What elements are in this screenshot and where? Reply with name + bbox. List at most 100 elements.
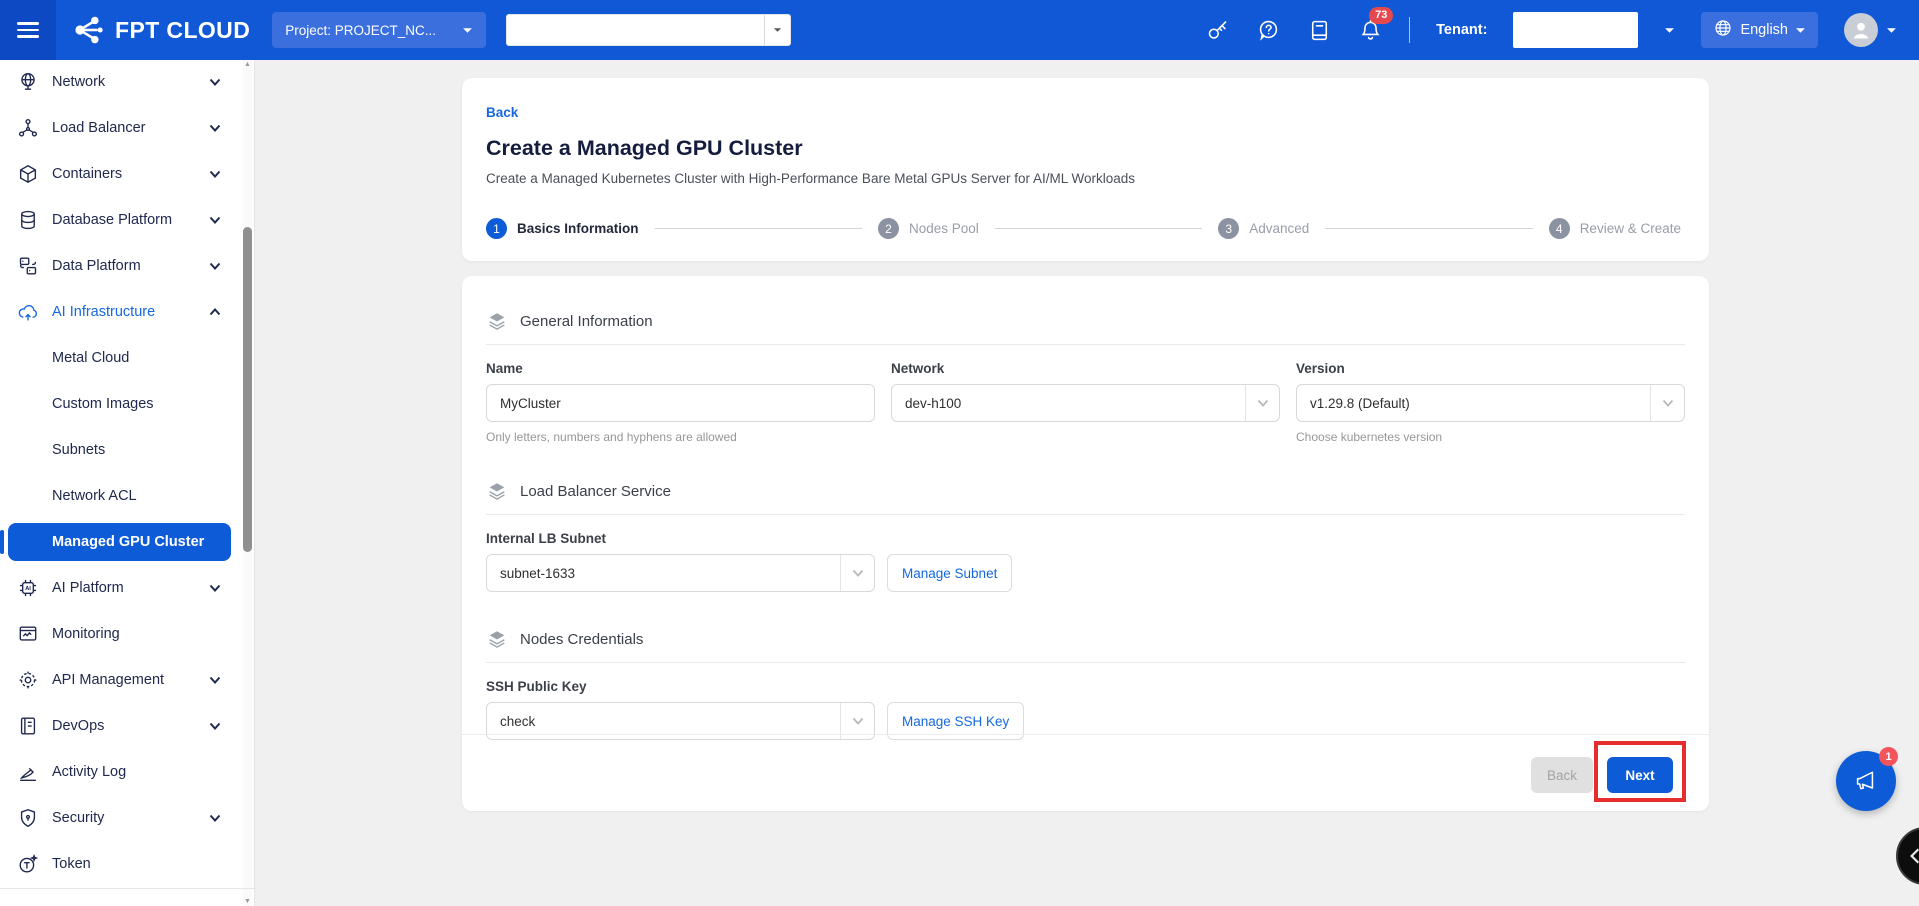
step-number: 4: [1549, 218, 1570, 239]
version-select[interactable]: v1.29.8 (Default): [1296, 384, 1685, 422]
api-management-icon: [17, 669, 39, 691]
back-link[interactable]: Back: [486, 105, 518, 120]
step-number: 1: [486, 218, 507, 239]
section-load-balancer: Load Balancer Service: [486, 444, 1685, 502]
sidebar-item-network[interactable]: Network: [0, 63, 254, 101]
api-key-icon[interactable]: [1205, 18, 1230, 43]
page-subtitle: Create a Managed Kubernetes Cluster with…: [486, 171, 1685, 186]
sidebar-item-network-acl[interactable]: Network ACL: [0, 477, 254, 515]
sidebar-item-ai-infrastructure[interactable]: AI Infrastructure: [0, 293, 254, 331]
search-input[interactable]: [507, 15, 764, 45]
sidebar-divider: [0, 888, 254, 889]
sidebar-item-label: Token: [52, 856, 91, 872]
network-select-value: dev-h100: [905, 396, 1237, 411]
activity-log-icon: [17, 761, 39, 783]
chevron-down-icon: [209, 124, 221, 132]
network-label: Network: [891, 361, 1280, 376]
sidebar-item-database-platform[interactable]: Database Platform: [0, 201, 254, 239]
project-selector[interactable]: Project: PROJECT_NC...: [272, 12, 486, 48]
sidebar-item-custom-images[interactable]: Custom Images: [0, 385, 254, 423]
step-basics-information[interactable]: 1Basics Information: [486, 218, 639, 239]
step-advanced[interactable]: 3Advanced: [1218, 218, 1309, 239]
search-dropdown-caret[interactable]: [764, 15, 790, 45]
sidebar-item-label: Subnets: [52, 442, 105, 458]
internal-lb-subnet-select[interactable]: subnet-1633: [486, 554, 875, 592]
sidebar-item-label: Security: [52, 810, 104, 826]
sidebar-item-subnets[interactable]: Subnets: [0, 431, 254, 469]
notifications-bell-icon[interactable]: 73: [1358, 18, 1383, 43]
brand-logo[interactable]: FPT CLOUD: [72, 13, 250, 47]
docs-icon[interactable]: [1307, 18, 1332, 43]
cluster-form-card: General Information Name Only letters, n…: [462, 276, 1709, 811]
fpt-cloud-logo-icon: [72, 13, 106, 47]
sidebar-nav: Network Load Balancer Containers Databas…: [0, 60, 255, 906]
sidebar-item-devops[interactable]: DevOps: [0, 707, 254, 745]
hamburger-icon: [17, 18, 39, 42]
main-content: Back Create a Managed GPU Cluster Create…: [256, 60, 1919, 906]
language-selector[interactable]: English: [1701, 12, 1818, 48]
sidebar-item-containers[interactable]: Containers: [0, 155, 254, 193]
chevron-down-icon: [1245, 385, 1279, 421]
scroll-up-arrow[interactable]: ▲: [243, 61, 252, 68]
wizard-next-button[interactable]: Next: [1607, 757, 1673, 793]
help-chat-icon[interactable]: [1256, 18, 1281, 43]
sidebar-item-data-platform[interactable]: Data Platform: [0, 247, 254, 285]
load-balancer-icon: [17, 117, 39, 139]
chevron-down-icon: [1886, 27, 1897, 34]
cluster-name-input[interactable]: [486, 384, 875, 422]
sidebar-item-api-management[interactable]: API Management: [0, 661, 254, 699]
sidebar-item-load-balancer[interactable]: Load Balancer: [0, 109, 254, 147]
user-menu[interactable]: [1844, 13, 1897, 47]
section-divider: [486, 514, 1685, 515]
manage-subnet-button[interactable]: Manage Subnet: [887, 554, 1012, 592]
tenant-input[interactable]: [1513, 12, 1638, 48]
ssh-select-value: check: [500, 714, 832, 729]
sidebar-item-label: Metal Cloud: [52, 350, 129, 366]
scroll-down-arrow[interactable]: ▼: [243, 898, 252, 905]
sidebar-item-token[interactable]: Token: [0, 845, 254, 883]
sidebar-item-managed-gpu-cluster[interactable]: Managed GPU Cluster: [8, 523, 231, 561]
step-connector: [655, 228, 862, 229]
version-helper-text: Choose kubernetes version: [1296, 430, 1685, 444]
sidebar-item-label: API Management: [52, 672, 164, 688]
section-nodes-credentials: Nodes Credentials: [486, 592, 1685, 650]
version-select-value: v1.29.8 (Default): [1310, 396, 1642, 411]
step-label: Review & Create: [1580, 221, 1681, 236]
step-label: Nodes Pool: [909, 221, 979, 236]
step-number: 2: [878, 218, 899, 239]
section-general-information: General Information: [486, 276, 1685, 332]
chevron-down-icon: [1795, 27, 1806, 34]
sidebar-scrollbar-thumb[interactable]: [243, 227, 252, 552]
wizard-back-button[interactable]: Back: [1531, 757, 1593, 793]
sidebar-item-ai-platform[interactable]: AI AI Platform: [0, 569, 254, 607]
navbar-divider: [1409, 17, 1410, 43]
ai-infrastructure-icon: [17, 301, 39, 323]
monitoring-icon: [17, 623, 39, 645]
notification-count-badge: 73: [1369, 7, 1393, 24]
sidebar-item-label: Database Platform: [52, 212, 172, 228]
section-title: Nodes Credentials: [520, 631, 643, 648]
hamburger-menu-button[interactable]: [0, 0, 56, 60]
section-title: Load Balancer Service: [520, 483, 671, 500]
step-nodes-pool[interactable]: 2 Nodes Pool: [878, 218, 979, 239]
sidebar-item-metal-cloud[interactable]: Metal Cloud: [0, 339, 254, 377]
internal-lb-subnet-label: Internal LB Subnet: [486, 531, 1685, 546]
sidebar-item-activity-log[interactable]: Activity Log: [0, 753, 254, 791]
step-label: Advanced: [1249, 221, 1309, 236]
chevron-down-icon: [209, 262, 221, 270]
tenant-dropdown-caret[interactable]: [1664, 27, 1675, 34]
chevron-down-icon: [209, 676, 221, 684]
name-helper-text: Only letters, numbers and hyphens are al…: [486, 430, 875, 444]
sidebar-item-monitoring[interactable]: Monitoring: [0, 615, 254, 653]
announcements-fab[interactable]: 1: [1836, 751, 1896, 811]
step-connector: [995, 228, 1202, 229]
network-select[interactable]: dev-h100: [891, 384, 1280, 422]
sidebar-item-security[interactable]: Security: [0, 799, 254, 837]
chevron-down-icon: [209, 78, 221, 86]
chevron-down-icon: [773, 27, 782, 33]
layers-icon: [486, 310, 508, 332]
step-review-create[interactable]: 4 Review & Create: [1549, 218, 1681, 239]
sidebar-item-label: Network: [52, 74, 105, 90]
globe-icon: [1713, 18, 1733, 42]
svg-text:AI: AI: [25, 586, 31, 592]
